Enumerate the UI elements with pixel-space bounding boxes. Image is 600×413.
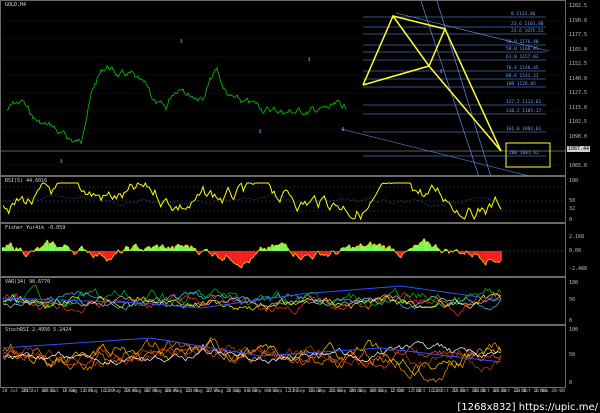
rsi-canvas[interactable]: [1, 177, 567, 224]
axis-tick-label: 50: [569, 297, 576, 303]
fib-level-label: 161.8 1092.61: [506, 127, 542, 132]
fractal-arrow-icon: ↕: [341, 125, 345, 133]
axis-tick-label: 1177.5: [569, 32, 588, 38]
price-chart-canvas[interactable]: ↕ ↕ ↕ ↕ ↕ ↕: [1, 1, 567, 177]
price-series-line: [6, 65, 347, 145]
trendline: [420, 1, 480, 177]
fib-level-label: 23.6 1075.51: [511, 29, 544, 34]
time-axis: 20 Jul 2015 24 Jul 04:00 29 Jul 12:00 3 Aug…: [0, 388, 566, 398]
stoch-trend-line: [2, 337, 502, 363]
axis-tick-label: 0: [569, 318, 573, 324]
fisher-label: Fisher_Yur4ik -0.059: [5, 225, 66, 231]
axis-tick-label: 1127.5: [569, 90, 588, 96]
stoch-pane[interactable]: StochRSI 2.4956 5.2424: [0, 325, 566, 388]
axis-tick-label: 1065.0: [569, 162, 588, 169]
axis-tick-label: 100: [569, 178, 579, 184]
axis-tick-label: 0.00: [569, 248, 582, 254]
time-axis-label: 2 Nov 20:00: [535, 389, 565, 394]
rsi-signal-line: [2, 194, 502, 208]
watermark-text: [1268x832] https://upic.me/: [457, 402, 598, 413]
axis-tick-label: 1202.5: [569, 3, 588, 9]
fib-level-label: 76.4 1146.45: [506, 66, 539, 71]
fib-level-label: 50.0 1176.40: [506, 40, 539, 45]
var-canvas[interactable]: [1, 278, 567, 326]
stoch-series-line: [2, 339, 502, 377]
fractal-arrow-icon: ↕: [179, 37, 183, 45]
axis-tick-label: 2.168: [569, 234, 585, 240]
axis-tick-label: 50: [569, 352, 576, 358]
axis-tick-label: 32: [569, 206, 576, 212]
axis-tick-label: 0: [569, 380, 573, 386]
fib-level-label: 138.2 1105.17: [506, 109, 542, 114]
var-series-line: [2, 284, 502, 310]
axis-tick-label: 1090.0: [569, 133, 588, 140]
axis-tick-label: 1140.0: [569, 75, 588, 82]
axis-tick-label: 1102.5: [569, 119, 588, 125]
fib-level-label: 23.6 1101.80: [511, 22, 544, 27]
current-price-tag: 1087.44: [567, 146, 591, 152]
fib-level-label: 0 1131.46: [511, 12, 536, 17]
axis-tick-label: 100: [569, 327, 579, 333]
fractal-arrow-icon: ↕: [59, 157, 63, 165]
var-label: VAR(34) 96.6770: [5, 279, 51, 285]
axis-tick-label: 1165.0: [569, 46, 588, 53]
var-pane[interactable]: VAR(34) 96.6770: [0, 277, 566, 325]
fib-level-label: 127.2 1113.61: [506, 100, 542, 105]
fractal-arrow-icon: ↕: [439, 67, 443, 75]
rsi-label: RSI(5) 44.6016: [5, 178, 48, 184]
var-series-line: [2, 292, 502, 316]
fractal-arrow-icon: ↕: [258, 127, 262, 135]
fisher-pane[interactable]: Fisher_Yur4ik -0.059: [0, 223, 567, 278]
fib-level-label: 100 1126.05: [506, 82, 536, 87]
fib-level-label: 88.6 1141.31: [506, 74, 539, 79]
stoch-label: StochRSI 2.4956 5.2424: [5, 327, 72, 333]
fib-level-label: 50.0 1166.81: [506, 47, 539, 52]
fib-level-label: 200 1081.62: [509, 151, 539, 156]
fractal-arrow-icon: ↕: [307, 55, 311, 63]
price-chart-pane[interactable]: ↕ ↕ ↕ ↕ ↕ ↕ GOLD,H4 0 1131.46 23.6 1101.80 23.6…: [0, 0, 567, 177]
fib-level-label: 61.8 1157.03: [506, 55, 539, 60]
axis-tick-label: 1152.5: [569, 61, 588, 67]
chart-title: GOLD,H4: [5, 2, 27, 8]
price-axis: 1202.5 1190.0 1177.5 1165.0 1152.5 1140.0 1127…: [566, 0, 600, 398]
axis-tick-label: 1115.0: [569, 104, 588, 111]
stoch-series-line: [2, 344, 502, 373]
axis-tick-label: 100: [569, 280, 579, 286]
trendline: [436, 1, 492, 177]
harmonic-pattern-line: [362, 65, 430, 86]
rsi-pane[interactable]: RSI(5) 44.6016: [0, 176, 567, 224]
stoch-series-line: [2, 344, 502, 369]
harmonic-pattern-line: [362, 14, 502, 152]
stoch-canvas[interactable]: [1, 326, 567, 389]
fisher-canvas[interactable]: [1, 224, 567, 278]
axis-tick-label: -2.488: [569, 266, 588, 272]
axis-tick-label: 50: [569, 198, 576, 204]
stoch-series-line: [2, 337, 502, 383]
axis-tick-label: 1190.0: [569, 17, 588, 24]
axis-tick-label: 0: [569, 217, 573, 223]
